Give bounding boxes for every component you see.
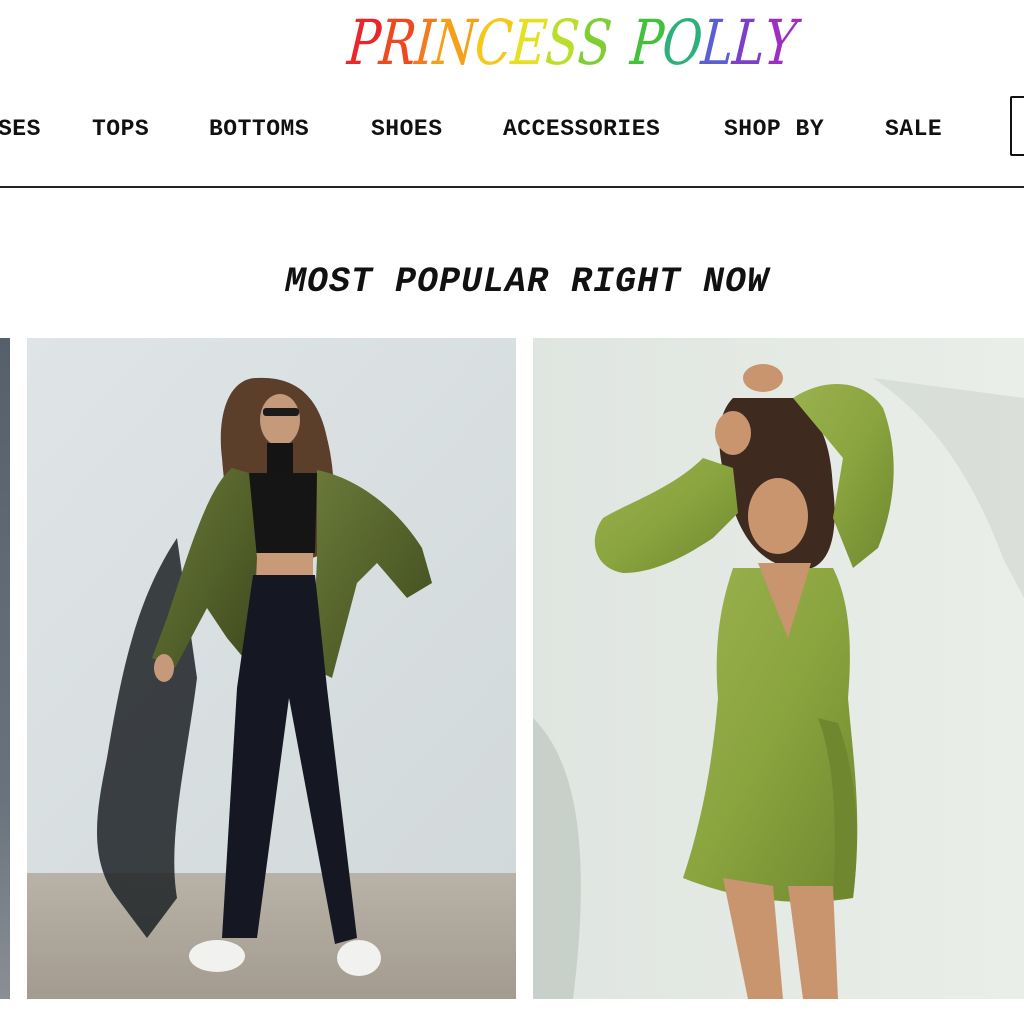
nav-item-tops[interactable]: TOPS [92,116,149,142]
product-image [27,338,516,999]
nav-item-shop-by[interactable]: SHOP BY [724,116,824,142]
section-title: MOST POPULAR RIGHT NOW [284,262,770,302]
nav-item-bottoms[interactable]: BOTTOMS [209,116,309,142]
logo-letter: R [376,6,419,79]
logo-letter: L [730,6,768,79]
logo-letter: O [659,6,705,79]
logo-letter: C [472,6,515,79]
product-tile-previous[interactable] [0,338,10,999]
search-input[interactable] [1010,96,1024,156]
logo-letter: P [628,6,666,79]
nav-item-accessories[interactable]: ACCESSORIES [503,116,660,142]
product-tile[interactable] [533,338,1024,999]
main-nav: SES TOPS BOTTOMS SHOES ACCESSORIES SHOP … [0,96,1024,168]
logo-letter: N [430,6,479,79]
product-image [533,338,1024,999]
logo-letter: P [345,6,383,79]
logo-letter: S [543,6,582,79]
page: PRINCESS POLLY SES TOPS BOTTOMS SHOES AC… [0,0,1024,1024]
nav-divider [0,186,1024,188]
logo-letter: Y [761,6,799,79]
product-tile[interactable] [27,338,516,999]
nav-item-sale[interactable]: SALE [885,116,942,142]
logo-letter: E [508,6,550,79]
logo-letter: L [698,6,737,79]
nav-item-dresses[interactable]: SES [0,116,41,142]
logo-letter: S [575,6,614,79]
brand-logo[interactable]: PRINCESS POLLY [345,0,799,79]
nav-item-shoes[interactable]: SHOES [371,116,443,142]
